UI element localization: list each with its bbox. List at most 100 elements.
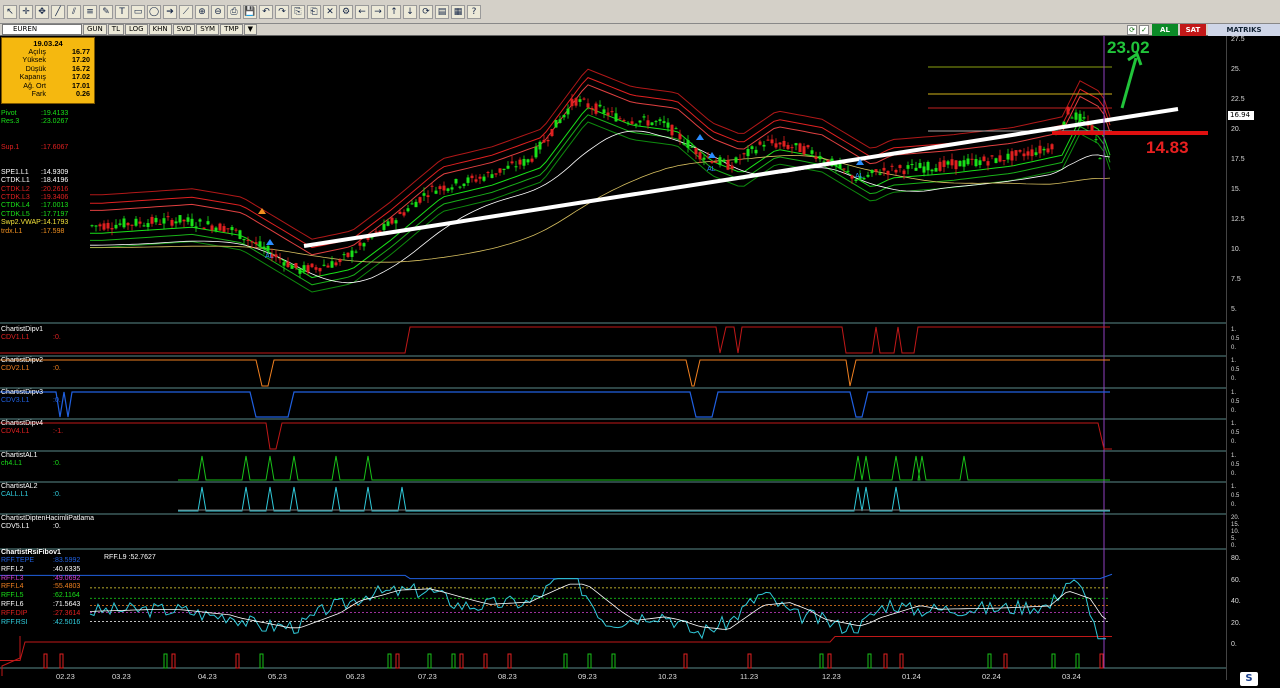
period-button-0[interactable]: GUN [83,24,107,35]
candle-body [510,161,514,164]
pane-line-value: :0. [53,397,61,404]
candle-body [1066,106,1070,115]
trend-icon[interactable]: ⟋ [179,4,193,19]
period-button-1[interactable]: TL [107,24,124,35]
text-icon[interactable]: T [115,4,129,19]
period-button-4[interactable]: SVD [172,24,196,35]
volume-bar [59,653,64,669]
move-icon[interactable]: ✥ [35,4,49,19]
volume-bar [1003,653,1008,669]
candle-body [534,146,538,158]
candle-body [522,158,526,166]
crosshair-icon[interactable]: ✛ [19,4,33,19]
candle-body [190,218,194,227]
symbol-input[interactable]: EUREN [2,24,82,35]
legend-row [1,160,111,168]
period-button-3[interactable]: KHN [148,24,172,35]
volume-bar [507,653,512,669]
paste-icon[interactable]: ⎗ [307,4,321,19]
candle-body [458,186,462,188]
price-chart[interactable]: AL AL AL [0,36,1226,680]
legend-value: :20.2616 [41,185,69,193]
zoom-out-icon[interactable]: ⊖ [211,4,225,19]
ellipse-icon[interactable]: ◯ [147,4,161,19]
sell-button[interactable]: SAT [1180,24,1206,36]
right-icon[interactable]: → [371,4,385,19]
legend-row [1,135,111,143]
pane-tick-label: 1. [1231,453,1237,459]
down-icon[interactable]: ↓ [403,4,417,19]
print-icon[interactable]: ⎙ [227,4,241,19]
candle-body [442,185,446,191]
rsi-top-line [0,573,1113,580]
candle-body [930,169,934,172]
legend-value: :17.0013 [41,202,69,210]
date-label: 09.23 [578,672,597,681]
candle-body [990,155,994,157]
period-button-6[interactable]: TMP [220,24,243,35]
help-icon[interactable]: ? [467,4,481,19]
pane-line-value: :0. [53,334,61,341]
volume-bar [163,653,168,669]
save-icon[interactable]: 💾 [243,4,257,19]
channel-icon[interactable]: ⫽ [67,4,81,19]
period-button-7[interactable]: ▼ [243,24,257,35]
candle-body [242,238,246,241]
pencil-icon[interactable]: ✎ [99,4,113,19]
zoom-in-icon[interactable]: ⊕ [195,4,209,19]
candle-body [334,262,338,266]
arrow-icon[interactable]: ➔ [163,4,177,19]
rsi-row-value: :62.1164 [53,592,80,600]
candle-body [566,108,570,115]
volume-bar [483,653,488,669]
period-button-5[interactable]: SYM [196,24,220,35]
buy-button[interactable]: AL [1152,24,1178,36]
candle-body [966,158,970,165]
template-icon[interactable]: ▦ [451,4,465,19]
pane-tick-label: 0. [1231,345,1237,351]
pane-line-label: CDV4.L1:-1. [1,428,63,436]
volume-bar [387,653,392,669]
redo-icon[interactable]: ↷ [275,4,289,19]
candle-body [410,203,414,205]
pane-tick-label: 10. [1231,529,1240,535]
refresh-icon[interactable]: ⟳ [419,4,433,19]
candle-body [146,223,150,228]
candle-body [1082,117,1086,119]
settings-icon[interactable]: ⚙ [339,4,353,19]
candle-body [478,176,482,179]
candle-body [330,261,334,268]
rsi-row-name: RFF.DIP [1,609,28,617]
period-button-2[interactable]: LOG [124,24,148,35]
fibonacci-icon[interactable]: ≡ [83,4,97,19]
left-icon[interactable]: ← [355,4,369,19]
line-icon[interactable]: ╱ [51,4,65,19]
candle-body [346,252,350,257]
candle-body [654,121,658,123]
rsi-signal-line [89,583,1107,630]
check-icon[interactable]: ✓ [1139,25,1149,35]
rect-icon[interactable]: ▭ [131,4,145,19]
candle-body [714,161,718,163]
candle-body [210,225,214,231]
chart-icon[interactable]: ▤ [435,4,449,19]
delete-icon[interactable]: ✕ [323,4,337,19]
select-icon[interactable]: ↖ [3,4,17,19]
refresh-icon[interactable]: ⟳ [1127,25,1137,35]
volume-bar [235,653,240,669]
candle-body [162,218,166,224]
candle-body [194,226,198,228]
cdv4-line [0,422,1112,450]
candle-body [882,167,886,171]
candle-body [754,149,758,154]
candle-body [150,216,154,224]
copy-icon[interactable]: ⎘ [291,4,305,19]
candle-body [986,161,990,166]
pane-tick-label: 0.5 [1231,399,1240,405]
undo-icon[interactable]: ↶ [259,4,273,19]
scroll-icon[interactable]: S [1240,672,1258,686]
candle-body [318,268,322,272]
legend-row: Res.3:23.0267 [1,118,111,126]
up-icon[interactable]: ↑ [387,4,401,19]
vwap-line [90,154,1111,263]
